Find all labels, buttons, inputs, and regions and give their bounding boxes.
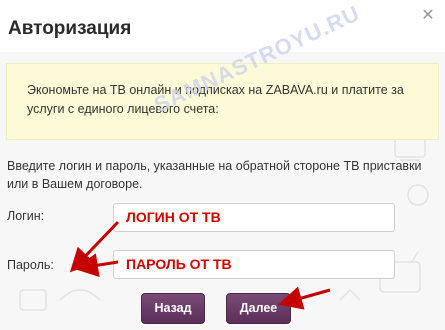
password-input[interactable]: ПАРОЛЬ ОТ ТВ (113, 250, 395, 279)
back-button[interactable]: Назад (141, 293, 205, 324)
login-input[interactable]: ЛОГИН ОТ ТВ (113, 203, 395, 232)
instructions-text: Введите логин и пароль, указанные на обр… (7, 159, 422, 191)
auth-dialog: Авторизация ✕ Экономьте на ТВ онлайн и п… (0, 0, 445, 330)
login-label: Логин: (7, 209, 45, 223)
password-label: Пароль: (7, 258, 54, 272)
dialog-title: Авторизация (8, 18, 132, 39)
close-icon[interactable]: ✕ (419, 7, 437, 25)
dialog-header: Авторизация ✕ (0, 0, 445, 52)
next-button[interactable]: Далее (226, 293, 291, 324)
